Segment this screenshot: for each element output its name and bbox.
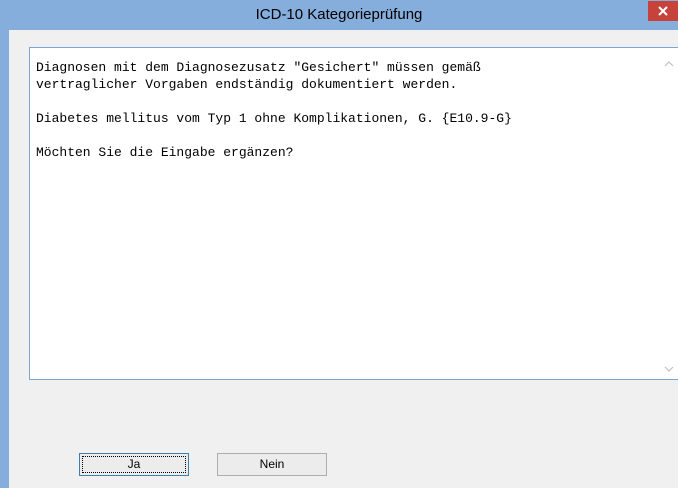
message-line: Diabetes mellitus vom Typ 1 ohne Komplik… — [36, 111, 512, 126]
no-button-label: Nein — [259, 457, 285, 471]
dialog-window: ICD-10 Kategorieprüfung Diagnosen mit de… — [0, 0, 678, 488]
window-title: ICD-10 Kategorieprüfung — [255, 6, 423, 23]
dialog-content: Diagnosen mit dem Diagnosezusatz "Gesich… — [9, 30, 678, 488]
message-line: Diagnosen mit dem Diagnosezusatz "Gesich… — [36, 60, 481, 75]
message-text: Diagnosen mit dem Diagnosezusatz "Gesich… — [36, 59, 636, 161]
chevron-down-icon[interactable] — [664, 365, 674, 373]
message-line: vertraglicher Vorgaben endständig dokume… — [36, 77, 458, 92]
yes-button[interactable]: Ja — [79, 453, 189, 476]
message-textbox[interactable]: Diagnosen mit dem Diagnosezusatz "Gesich… — [29, 47, 678, 380]
chevron-up-icon[interactable] — [664, 60, 674, 68]
no-button[interactable]: Nein — [217, 453, 327, 476]
message-line: Möchten Sie die Eingabe ergänzen? — [36, 145, 294, 160]
focus-ring — [82, 456, 186, 473]
close-icon — [658, 6, 668, 16]
close-button[interactable] — [648, 1, 678, 21]
title-bar[interactable]: ICD-10 Kategorieprüfung — [0, 0, 678, 30]
